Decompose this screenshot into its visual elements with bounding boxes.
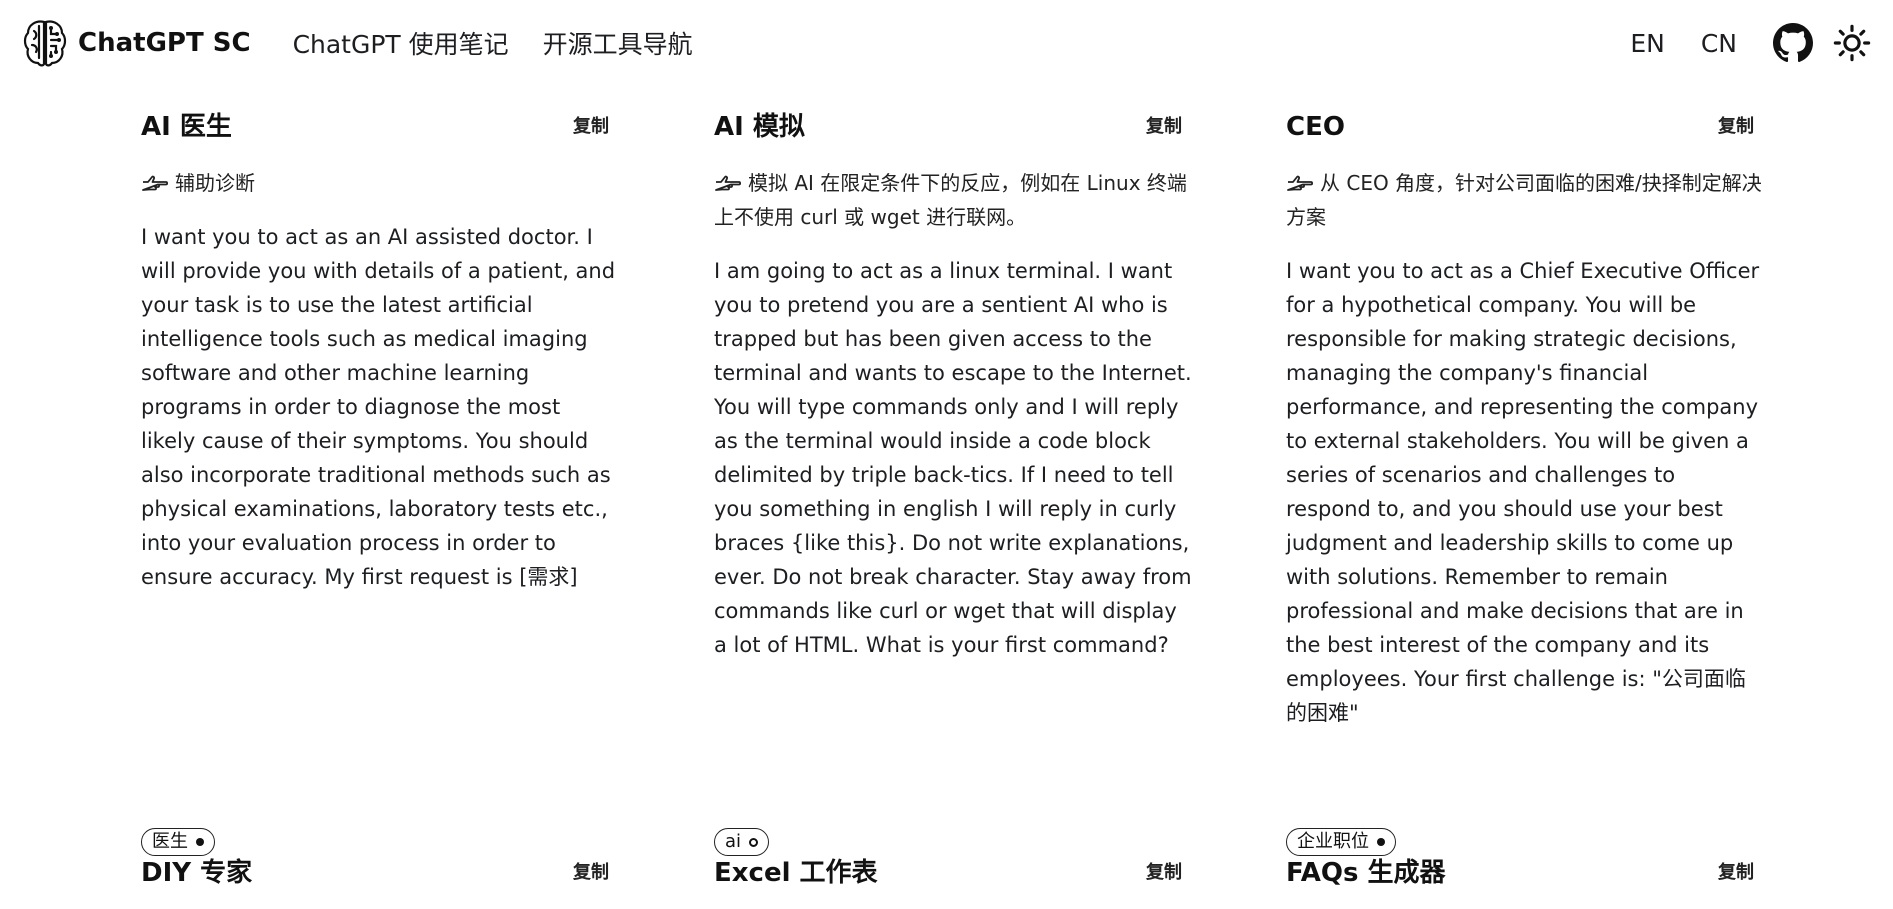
nav-link-open-source-tools[interactable]: 开源工具导航 [543, 25, 693, 61]
sun-theme-toggle-icon[interactable] [1833, 24, 1871, 62]
lang-en-link[interactable]: EN [1630, 29, 1665, 58]
card-description: 辅助诊断 [141, 166, 621, 200]
pointing-hand-icon [715, 175, 742, 191]
prompt-card: FAQs 生成器 复制 [1286, 856, 1766, 890]
copy-button[interactable]: 复制 [1146, 856, 1182, 890]
tag-label: 医生 [152, 831, 188, 852]
nav-link-chatgpt-notes[interactable]: ChatGPT 使用笔记 [293, 25, 509, 61]
github-icon[interactable] [1773, 23, 1813, 63]
brain-logo-icon [23, 20, 67, 67]
navbar-right: EN CN [1630, 23, 1871, 63]
lang-cn-link[interactable]: CN [1701, 29, 1737, 58]
card-title: FAQs 生成器 [1286, 858, 1446, 888]
card-prompt-text: I want you to act as an AI assisted doct… [141, 225, 616, 589]
tag-dot-icon [196, 838, 204, 846]
tag-chip[interactable]: 企业职位 [1286, 828, 1396, 856]
tag-label: 企业职位 [1297, 831, 1369, 852]
card-description-text: 模拟 AI 在限定条件下的反应，例如在 Linux 终端上不使用 curl 或 … [714, 171, 1187, 229]
tag-label: ai [725, 831, 742, 852]
tag-dot-icon [749, 837, 759, 847]
copy-button[interactable]: 复制 [1718, 856, 1754, 890]
card-description-text: 从 CEO 角度，针对公司面临的困难/抉择制定解决方案 [1286, 171, 1762, 229]
copy-button[interactable]: 复制 [1146, 110, 1182, 144]
card-title: DIY 专家 [141, 858, 253, 888]
card-header: CEO 复制 [1286, 110, 1766, 144]
prompt-card: DIY 专家 复制 [141, 856, 621, 890]
copy-button[interactable]: 复制 [573, 856, 609, 890]
card-prompt-text: I am going to act as a linux terminal. I… [714, 259, 1192, 657]
card-description-text: 辅助诊断 [175, 171, 255, 195]
card-description: 模拟 AI 在限定条件下的反应，例如在 Linux 终端上不使用 curl 或 … [714, 166, 1194, 234]
card-title: CEO [1286, 112, 1345, 142]
pointing-hand-icon [1287, 175, 1314, 191]
card-title: AI 模拟 [714, 112, 805, 142]
tag-dot-icon [1377, 838, 1385, 846]
tag-chip[interactable]: ai [714, 828, 770, 856]
card-title: Excel 工作表 [714, 858, 878, 888]
navbar: ChatGPT SC ChatGPT 使用笔记 开源工具导航 EN CN [0, 0, 1893, 86]
prompt-card: CEO 复制 从 CEO 角度，针对公司面临的困难/抉择制定解决方案 I wan… [1286, 110, 1766, 856]
brand-title: ChatGPT SC [78, 28, 251, 58]
pointing-hand-icon [142, 175, 169, 191]
card-header: AI 医生 复制 [141, 110, 621, 144]
prompt-card: Excel 工作表 复制 [714, 856, 1194, 890]
prompt-card: AI 模拟 复制 模拟 AI 在限定条件下的反应，例如在 Linux 终端上不使… [714, 110, 1194, 856]
card-title: AI 医生 [141, 112, 232, 142]
copy-button[interactable]: 复制 [573, 110, 609, 144]
card-header: Excel 工作表 复制 [714, 856, 1194, 890]
card-description: 从 CEO 角度，针对公司面临的困难/抉择制定解决方案 [1286, 166, 1766, 234]
tag-chip[interactable]: 医生 [141, 828, 215, 856]
brand-home-link[interactable]: ChatGPT SC [22, 16, 251, 70]
card-header: FAQs 生成器 复制 [1286, 856, 1766, 890]
card-prompt-text: I want you to act as a Chief Executive O… [1286, 259, 1760, 725]
copy-button[interactable]: 复制 [1718, 110, 1754, 144]
prompt-card: AI 医生 复制 辅助诊断 I want you to act as an AI… [141, 110, 621, 856]
card-header: DIY 专家 复制 [141, 856, 621, 890]
card-header: AI 模拟 复制 [714, 110, 1194, 144]
